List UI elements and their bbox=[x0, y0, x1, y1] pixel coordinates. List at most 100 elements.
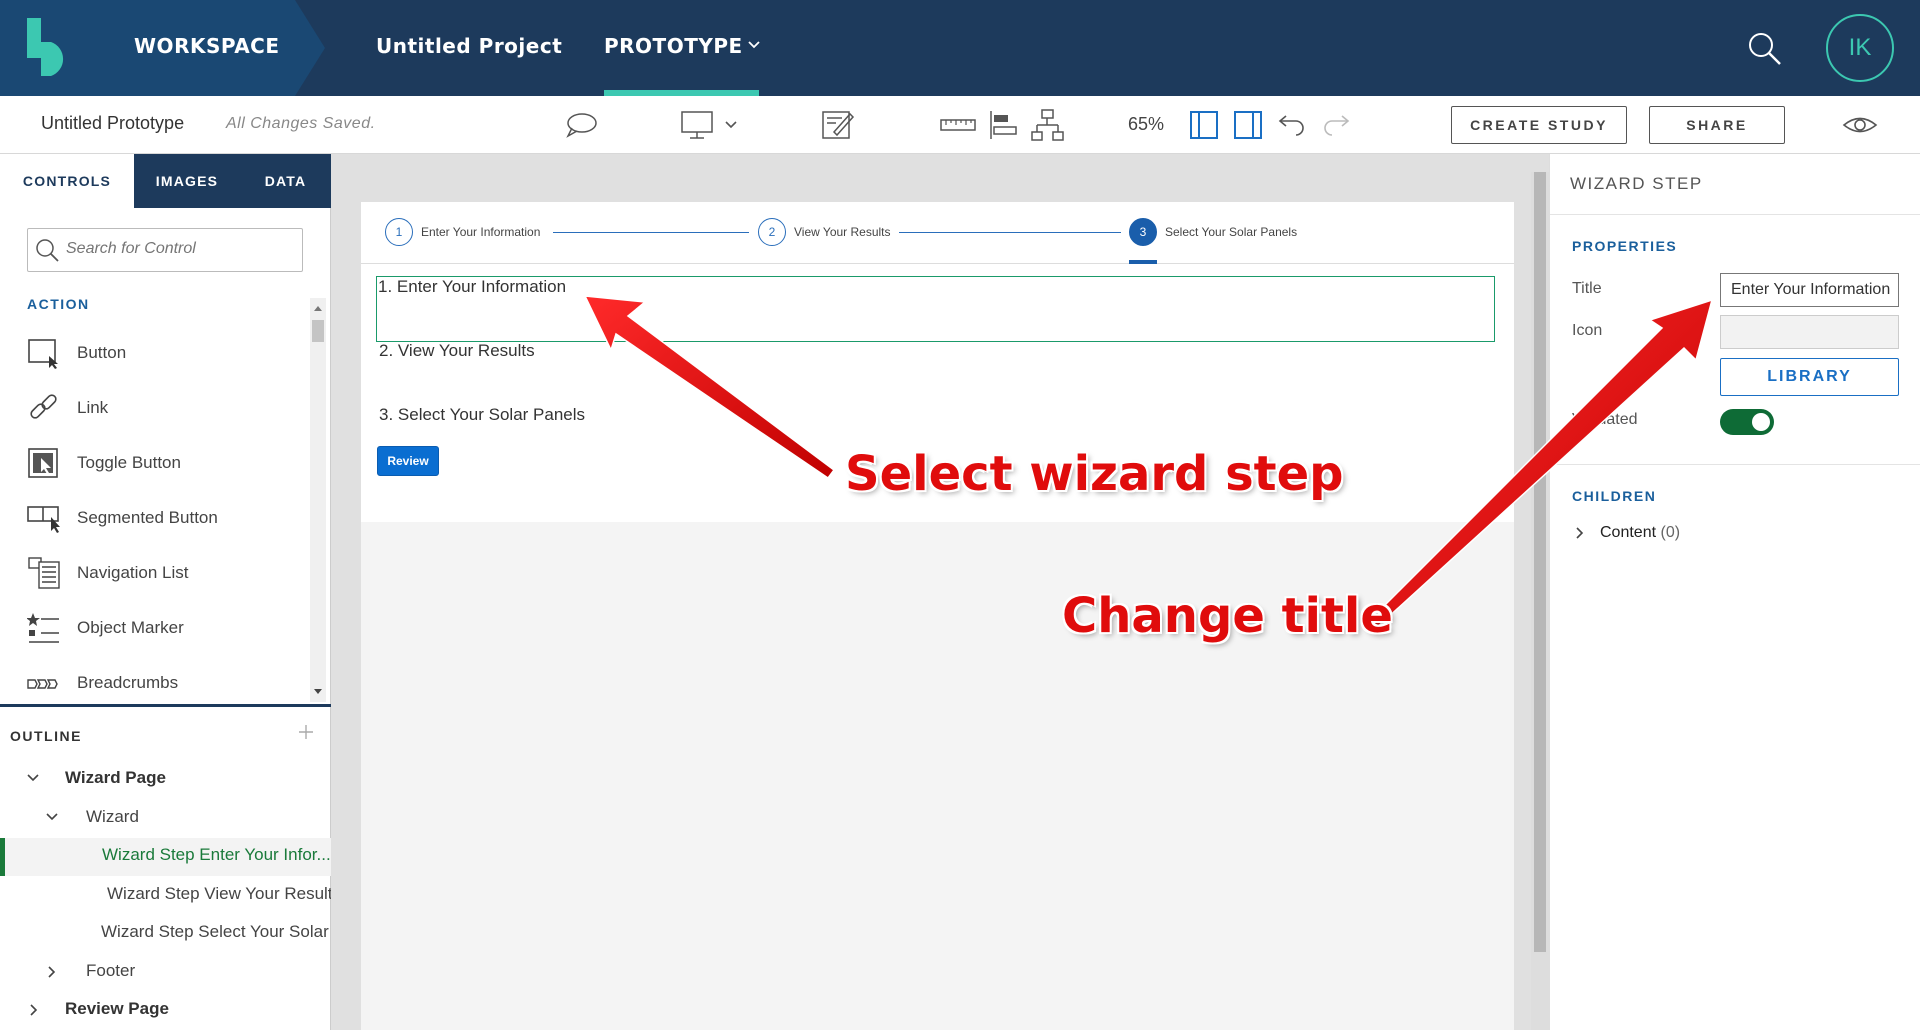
share-button[interactable]: SHARE bbox=[1649, 106, 1785, 144]
ruler-icon[interactable] bbox=[940, 108, 976, 142]
project-link[interactable]: Untitled Project bbox=[376, 34, 562, 58]
wizard-step-2-title[interactable]: 2. View Your Results bbox=[379, 341, 535, 361]
annotation-change-title: Change title bbox=[1062, 588, 1393, 644]
user-avatar[interactable]: IK bbox=[1826, 14, 1894, 82]
title-label: Title bbox=[1572, 280, 1602, 297]
control-item-navigation-list[interactable]: Navigation List bbox=[27, 550, 297, 594]
create-study-button[interactable]: CREATE STUDY bbox=[1451, 106, 1627, 144]
chevron-down-icon[interactable] bbox=[45, 811, 59, 823]
navigation-list-icon bbox=[28, 557, 60, 589]
chevron-right-icon[interactable] bbox=[28, 1003, 40, 1017]
add-icon[interactable] bbox=[298, 724, 314, 740]
align-icon[interactable] bbox=[986, 108, 1022, 142]
control-item-segmented-button[interactable]: Segmented Button bbox=[27, 495, 297, 539]
scrollbar-thumb[interactable] bbox=[1534, 172, 1546, 952]
control-item-toggle-button[interactable]: Toggle Button bbox=[27, 440, 297, 484]
control-search-box[interactable] bbox=[27, 228, 303, 272]
title-input-value: Enter Your Information bbox=[1731, 281, 1891, 298]
search-icon[interactable] bbox=[1746, 30, 1784, 68]
scroll-down-icon[interactable] bbox=[313, 688, 323, 696]
toggle-button-icon bbox=[28, 448, 58, 478]
tree-item-wizard-step-3[interactable]: Wizard Step Select Your Solar ... bbox=[101, 922, 348, 942]
icon-input[interactable] bbox=[1720, 315, 1899, 349]
chevron-down-icon[interactable] bbox=[725, 120, 737, 130]
wizard-step-1-title[interactable]: 1. Enter Your Information bbox=[378, 277, 566, 297]
wizard-step-2-indicator[interactable]: 2 bbox=[758, 218, 786, 246]
children-item-content[interactable]: Content (0) bbox=[1600, 524, 1680, 542]
tree-item-wizard-step-2[interactable]: Wizard Step View Your Results bbox=[107, 884, 341, 904]
annotate-icon[interactable] bbox=[820, 108, 856, 142]
wizard-step-3-label[interactable]: Select Your Solar Panels bbox=[1165, 225, 1297, 239]
left-panel: CONTROLS IMAGES DATA ACTION Button Link … bbox=[0, 154, 348, 1030]
tree-item-footer[interactable]: Footer bbox=[86, 961, 135, 981]
tab-data[interactable]: DATA bbox=[240, 154, 331, 208]
wizard-step-3-indicator[interactable]: 3 bbox=[1129, 218, 1157, 246]
canvas-scrollbar[interactable] bbox=[1531, 172, 1549, 1030]
icon-label: Icon bbox=[1572, 322, 1603, 339]
preview-eye-icon[interactable] bbox=[1842, 108, 1878, 142]
toggle-knob bbox=[1752, 413, 1770, 431]
search-icon bbox=[36, 239, 59, 262]
left-panel-toggle-icon[interactable] bbox=[1188, 108, 1224, 142]
tab-controls[interactable]: CONTROLS bbox=[0, 154, 134, 208]
control-item-label: Button bbox=[77, 343, 127, 362]
chevron-down-icon[interactable] bbox=[26, 772, 40, 784]
control-item-label: Toggle Button bbox=[77, 453, 181, 472]
library-button[interactable]: LIBRARY bbox=[1720, 358, 1899, 396]
review-button[interactable]: Review bbox=[377, 446, 439, 476]
device-desktop-icon[interactable] bbox=[680, 108, 716, 142]
redo-icon[interactable] bbox=[1318, 108, 1354, 142]
scroll-up-icon[interactable] bbox=[313, 304, 323, 312]
properties-panel: WIZARD STEP PROPERTIES Title Enter Your … bbox=[1549, 154, 1920, 1030]
control-item-label: Link bbox=[77, 398, 109, 417]
wizard-step-2-label[interactable]: View Your Results bbox=[794, 225, 891, 239]
validated-toggle[interactable] bbox=[1720, 409, 1774, 435]
control-item-link[interactable]: Link bbox=[27, 385, 297, 429]
app-logo-icon[interactable] bbox=[27, 18, 69, 76]
control-item-label: Navigation List bbox=[77, 563, 189, 582]
chevron-right-icon[interactable] bbox=[1574, 526, 1586, 540]
tab-images[interactable]: IMAGES bbox=[134, 154, 240, 208]
children-heading: CHILDREN bbox=[1572, 488, 1657, 504]
divider bbox=[1550, 464, 1920, 465]
prototype-menu[interactable]: PROTOTYPE bbox=[604, 34, 743, 58]
tree-item-wizard[interactable]: Wizard bbox=[86, 807, 139, 827]
control-item-object-marker[interactable]: Object Marker bbox=[27, 605, 297, 649]
control-item-button[interactable]: Button bbox=[27, 330, 297, 374]
section-heading-action: ACTION bbox=[27, 296, 90, 312]
workspace-link[interactable]: WORKSPACE bbox=[134, 34, 280, 58]
tree-item-wizard-step-1[interactable]: Wizard Step Enter Your Infor... bbox=[102, 845, 331, 865]
control-item-breadcrumbs[interactable]: Breadcrumbs bbox=[27, 660, 297, 704]
undo-icon[interactable] bbox=[1276, 108, 1312, 142]
chevron-right-icon[interactable] bbox=[46, 965, 58, 979]
annotation-select-wizard-step: Select wizard step bbox=[845, 446, 1344, 502]
sitemap-icon[interactable] bbox=[1030, 108, 1066, 142]
scrollbar-thumb[interactable] bbox=[312, 320, 324, 342]
breadcrumbs-icon bbox=[27, 679, 58, 689]
tree-item-wizard-page[interactable]: Wizard Page bbox=[65, 768, 166, 788]
tree-item-review-page[interactable]: Review Page bbox=[65, 999, 169, 1019]
right-panel-toggle-icon[interactable] bbox=[1232, 108, 1268, 142]
save-status: All Changes Saved. bbox=[226, 115, 376, 132]
active-step-underline bbox=[1129, 260, 1157, 264]
outline-divider bbox=[0, 704, 331, 707]
chevron-down-icon[interactable] bbox=[748, 40, 760, 50]
step-connector bbox=[899, 232, 1121, 233]
controls-scrollbar[interactable] bbox=[310, 298, 326, 702]
outline-heading: OUTLINE bbox=[10, 728, 82, 744]
wizard-step-3-title[interactable]: 3. Select Your Solar Panels bbox=[379, 405, 585, 425]
properties-heading: PROPERTIES bbox=[1572, 238, 1678, 254]
button-icon bbox=[28, 339, 58, 369]
children-count: (0) bbox=[1660, 524, 1681, 541]
title-input[interactable]: Enter Your Information bbox=[1720, 273, 1899, 307]
control-search-input[interactable] bbox=[66, 240, 286, 258]
wizard-step-1-indicator[interactable]: 1 bbox=[385, 218, 413, 246]
wizard-progress-bar: 1 Enter Your Information 2 View Your Res… bbox=[361, 202, 1514, 264]
document-title[interactable]: Untitled Prototype bbox=[41, 113, 184, 134]
left-panel-tabs: CONTROLS IMAGES DATA bbox=[0, 154, 331, 208]
zoom-level[interactable]: 65% bbox=[1128, 114, 1164, 135]
wizard-step-1-label[interactable]: Enter Your Information bbox=[421, 225, 540, 239]
comment-icon[interactable] bbox=[563, 108, 599, 142]
object-marker-icon bbox=[27, 613, 59, 643]
control-item-label: Object Marker bbox=[77, 618, 184, 637]
